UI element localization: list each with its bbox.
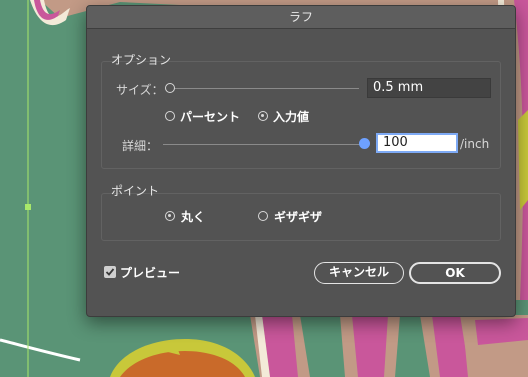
detail-slider-knob[interactable]	[359, 138, 370, 149]
points-group-title: ポイント	[111, 184, 160, 198]
size-slider-track[interactable]	[171, 88, 359, 89]
radio-percent[interactable]	[165, 111, 175, 121]
dialog-title: ラフ	[87, 6, 515, 29]
preview-label: プレビュー	[120, 266, 181, 280]
ok-button[interactable]: OK	[409, 262, 501, 284]
radio-smooth-label: 丸く	[181, 210, 206, 224]
size-input[interactable]: 0.5 mm	[367, 78, 491, 98]
radio-absolute-label: 入力値	[273, 110, 310, 124]
detail-slider-track[interactable]	[163, 144, 363, 145]
detail-unit: /inch	[460, 137, 490, 151]
cancel-button[interactable]: キャンセル	[314, 262, 404, 284]
radio-absolute[interactable]	[258, 111, 268, 121]
checkmark-icon	[105, 268, 115, 276]
size-label: サイズ：	[116, 83, 164, 97]
detail-label: 詳細：	[122, 139, 159, 153]
options-group-title: オプション	[111, 53, 172, 67]
detail-input[interactable]: 100	[376, 133, 458, 153]
preview-checkbox[interactable]	[104, 266, 116, 278]
radio-corner-label: ギザギザ	[274, 210, 323, 224]
radio-percent-label: パーセント	[180, 110, 241, 124]
size-slider-knob[interactable]	[165, 83, 175, 93]
radio-corner[interactable]	[258, 211, 268, 221]
roughen-dialog: ラフ オプション サイズ： 0.5 mm パーセント 入力値 詳細： 100 /…	[86, 5, 516, 317]
radio-smooth[interactable]	[165, 211, 175, 221]
